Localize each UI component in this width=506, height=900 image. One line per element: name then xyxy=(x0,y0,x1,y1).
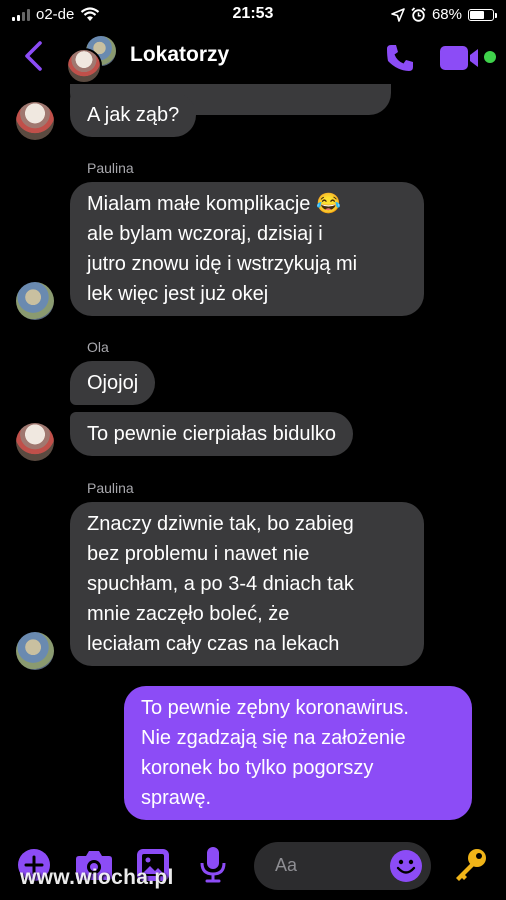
message-list[interactable]: A jak ząb? Paulina Mialam małe komplikac… xyxy=(0,84,506,830)
avatar-paulina[interactable] xyxy=(16,282,54,320)
status-bar: o2-de 21:53 68% xyxy=(0,0,506,30)
message-input-placeholder: Aa xyxy=(275,855,298,875)
phone-icon[interactable] xyxy=(384,42,416,74)
message-line: Mialam małe komplikacje 😂 xyxy=(87,193,341,215)
message-bubble[interactable]: Znaczy dziwnie tak, bo zabieg bez proble… xyxy=(70,502,424,666)
message-bubble[interactable]: A jak ząb? xyxy=(70,93,197,137)
message-text: Ojojoj xyxy=(87,372,139,394)
message-line: lek więc jest już okej xyxy=(87,283,269,305)
back-chevron-icon[interactable] xyxy=(22,40,46,72)
message-line: koronek bo tylko pogorszy xyxy=(141,757,374,779)
message-line: spuchłam, a po 3-4 dniach tak xyxy=(87,573,354,595)
video-camera-icon[interactable] xyxy=(440,44,484,72)
my-message-bubble[interactable]: To pewnie zębny koronawirus. Nie zgadzaj… xyxy=(124,686,472,820)
battery-percentage: 68% xyxy=(431,6,462,23)
emoji-icon[interactable] xyxy=(389,849,423,883)
location-icon xyxy=(391,7,405,22)
sender-name: Paulina xyxy=(87,480,134,496)
group-avatar[interactable] xyxy=(66,34,118,84)
message-line: ale bylam wczoraj, dzisiaj i xyxy=(87,223,323,245)
avatar-ola[interactable] xyxy=(16,102,54,140)
message-line: jutro znowu idę i wstrzykują mi xyxy=(87,253,358,275)
message-input[interactable]: Aa xyxy=(254,842,431,890)
message-bubble[interactable]: Mialam małe komplikacje 😂 ale bylam wczo… xyxy=(70,182,424,316)
message-line: bez problemu i nawet nie xyxy=(87,543,310,565)
message-bubble[interactable]: To pewnie cierpiałas bidulko xyxy=(70,412,354,456)
microphone-icon[interactable] xyxy=(200,846,226,884)
message-line: Znaczy dziwnie tak, bo zabieg xyxy=(87,513,354,535)
message-text: To pewnie cierpiałas bidulko xyxy=(87,423,337,445)
message-line: mnie zaczęło boleć, że xyxy=(87,603,290,625)
alarm-icon xyxy=(411,7,426,22)
message-bubble[interactable]: Ojojoj xyxy=(70,361,156,405)
key-icon[interactable] xyxy=(453,847,489,883)
battery-icon xyxy=(468,8,497,21)
conversation-title[interactable]: Lokatorzy xyxy=(130,43,229,67)
watermark: www.wiocha.pl xyxy=(20,866,174,889)
sender-name: Ola xyxy=(87,339,109,355)
message-line: To pewnie zębny koronawirus. xyxy=(141,697,409,719)
message-line: Nie zgadzają się na założenie xyxy=(141,727,406,749)
avatar-paulina[interactable] xyxy=(16,632,54,670)
avatar-ola[interactable] xyxy=(16,423,54,461)
message-line: sprawę. xyxy=(141,787,212,809)
sender-name: Paulina xyxy=(87,160,134,176)
online-status-indicator xyxy=(484,51,496,63)
message-line: leciałam cały czas na lekach xyxy=(87,633,340,655)
chat-header: Lokatorzy xyxy=(0,30,506,84)
message-text: A jak ząb? xyxy=(87,104,180,126)
